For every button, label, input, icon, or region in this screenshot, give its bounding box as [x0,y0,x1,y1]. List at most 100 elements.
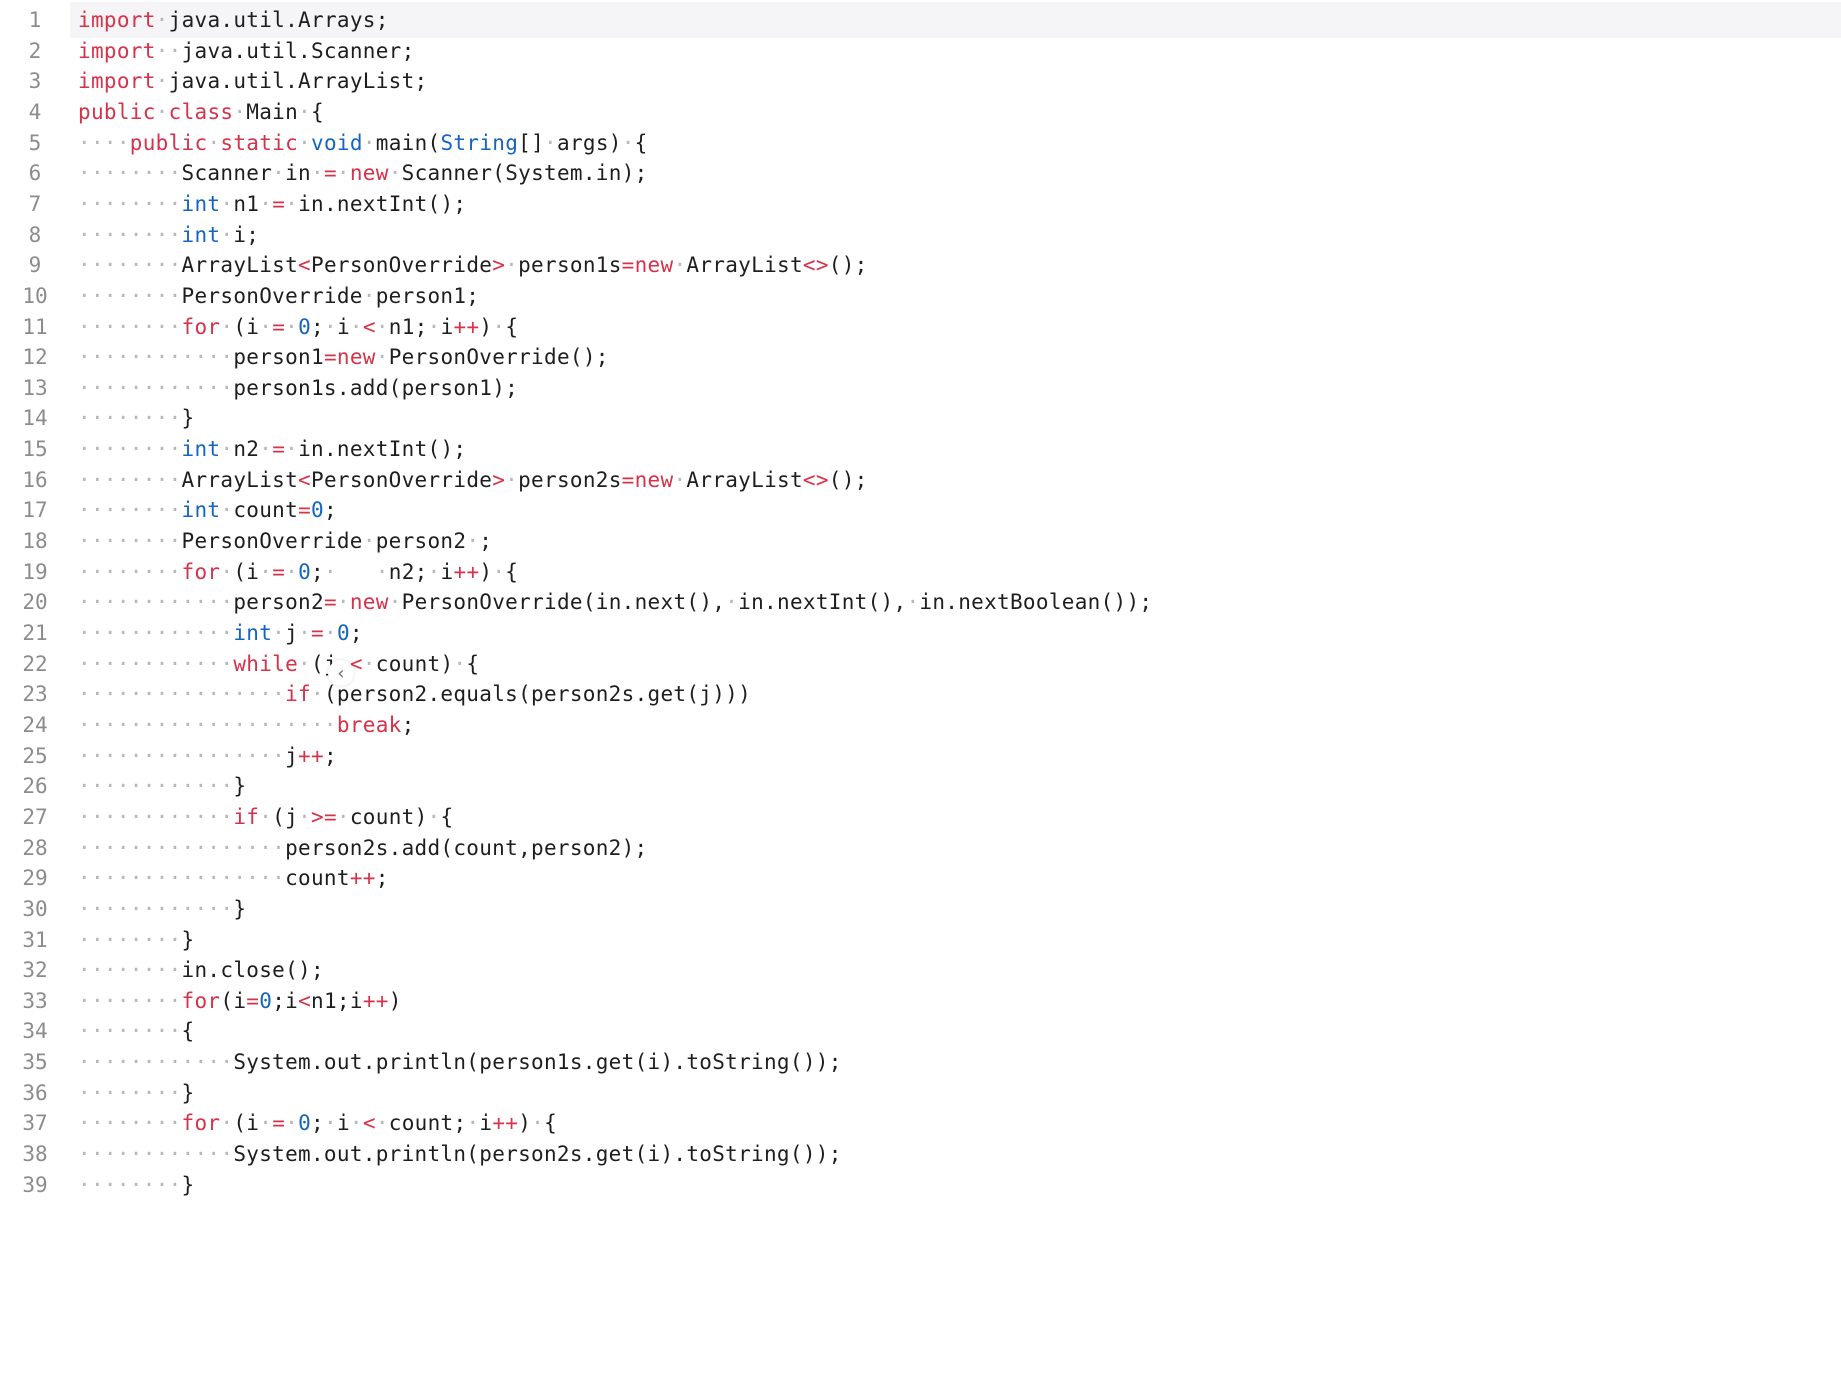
code-text: import·java.util.Arrays; [70,8,389,32]
code-token: System.out.println(person2s.get(i).toStr… [233,1142,842,1167]
code-token: person2s [518,467,622,492]
code-token: person1s [518,253,622,278]
whitespace-marker: ············ [78,1050,234,1075]
code-text: ············person1=new·PersonOverride()… [70,345,609,369]
code-token: = [272,1111,286,1136]
whitespace-marker: ············ [78,896,234,921]
line-number: 34 [22,1019,48,1044]
whitespace-marker: · [427,804,441,829]
code-token: PersonOverride(in.next(), [401,590,726,615]
whitespace-marker: · [375,559,389,584]
code-token: count [285,866,350,891]
code-token: import [78,69,156,94]
code-token: if [285,682,311,707]
whitespace-marker: · [259,1111,273,1136]
whitespace-marker: · [220,191,234,216]
whitespace-marker: ········ [78,927,182,952]
code-token: new [634,253,674,278]
whitespace-marker: · [285,559,299,584]
whitespace-marker: · [285,191,299,216]
code-token: Scanner(System.in); [401,161,648,186]
line-number: 37 [22,1111,48,1136]
code-token: n2; [388,559,428,584]
code-editor[interactable]: 1 import·java.util.Arrays; 2 import··java.u… [0,0,1841,1399]
whitespace-marker: · [544,130,557,155]
whitespace-marker: ············ [78,651,234,676]
code-token: int [181,498,221,523]
code-token: (j [272,804,299,829]
whitespace-marker: · [375,345,389,370]
code-token: ;i [272,988,299,1013]
code-token: { [634,130,648,155]
whitespace-marker: · [259,804,273,829]
whitespace-marker: ············ [78,804,234,829]
whitespace-marker: · [220,437,234,462]
code-token: } [233,774,247,799]
whitespace-marker: · [155,8,169,32]
line-number: 25 [22,743,48,768]
whitespace-marker: · [220,222,234,247]
whitespace-marker: · [453,651,467,676]
whitespace-marker: · [906,590,920,615]
line-number: 9 [28,253,42,278]
line-number: 15 [22,437,48,462]
whitespace-marker: · [220,498,234,523]
code-token: PersonOverride [311,253,493,278]
code-token: < [362,314,376,339]
whitespace-marker: · [298,621,312,645]
whitespace-marker: ········ [78,988,182,1013]
chevron-left-icon[interactable]: ‹ [328,660,354,686]
whitespace-marker: ········ [78,253,182,278]
code-token: PersonOverride [311,467,493,492]
whitespace-marker: · [621,130,635,155]
code-token: int [181,222,221,247]
code-text: ········} [70,1081,195,1105]
code-token: = [621,467,635,492]
line-number: 33 [22,988,48,1013]
code-token: java.util.Arrays; [168,8,389,32]
whitespace-marker: · [259,559,273,584]
whitespace-marker: · [388,161,402,186]
code-token: args) [557,130,622,155]
code-token: count; [388,1111,467,1136]
code-token: ArrayList [686,467,803,492]
code-token: ++ [453,314,480,339]
whitespace-marker: · [531,1111,545,1136]
collapse-glyph: ‹ [335,662,347,684]
line-number: 18 [22,529,48,554]
whitespace-marker: ········ [78,467,182,492]
code-text: ········for·(i·=·0;·i·<·count;·i++)·{ [70,1111,557,1135]
code-text: ········for(i=0;i<n1;i++) [70,989,402,1013]
line-number: 21 [22,621,48,645]
code-token: (i [220,988,247,1013]
code-token: = [246,988,260,1013]
code-line[interactable]: 39 ········} [0,1167,1841,1203]
code-token: <> [802,253,829,278]
whitespace-marker: ················ [78,835,286,860]
whitespace-marker: · [155,99,169,124]
code-token: 0 [298,1111,312,1136]
whitespace-marker: · [336,804,350,829]
code-token: ; [349,621,363,645]
whitespace-marker: ········ [78,498,182,523]
line-number: 13 [22,375,48,400]
code-text: ········ArrayList<PersonOverride>·person… [70,253,868,277]
whitespace-marker: ················ [78,743,286,768]
line-number: 14 [22,406,48,431]
whitespace-marker: ···················· [78,712,337,737]
code-text: ········for·(i·=·0;· ·n2;·i++)·{ [70,560,518,584]
whitespace-marker: ················ [78,682,286,707]
code-token: > [492,253,506,278]
code-text: ········PersonOverride·person1; [70,284,479,308]
code-token: 0 [298,314,312,339]
code-token: ++ [298,743,324,768]
code-token: int [181,437,221,462]
code-token: i [336,314,350,339]
code-token: ArrayList [686,253,803,278]
line-number: 17 [22,498,48,523]
code-token: person1; [375,283,480,308]
whitespace-marker: · [310,682,324,707]
code-token: i; [233,222,260,247]
code-text: ············int·j·=·0; [70,621,363,645]
